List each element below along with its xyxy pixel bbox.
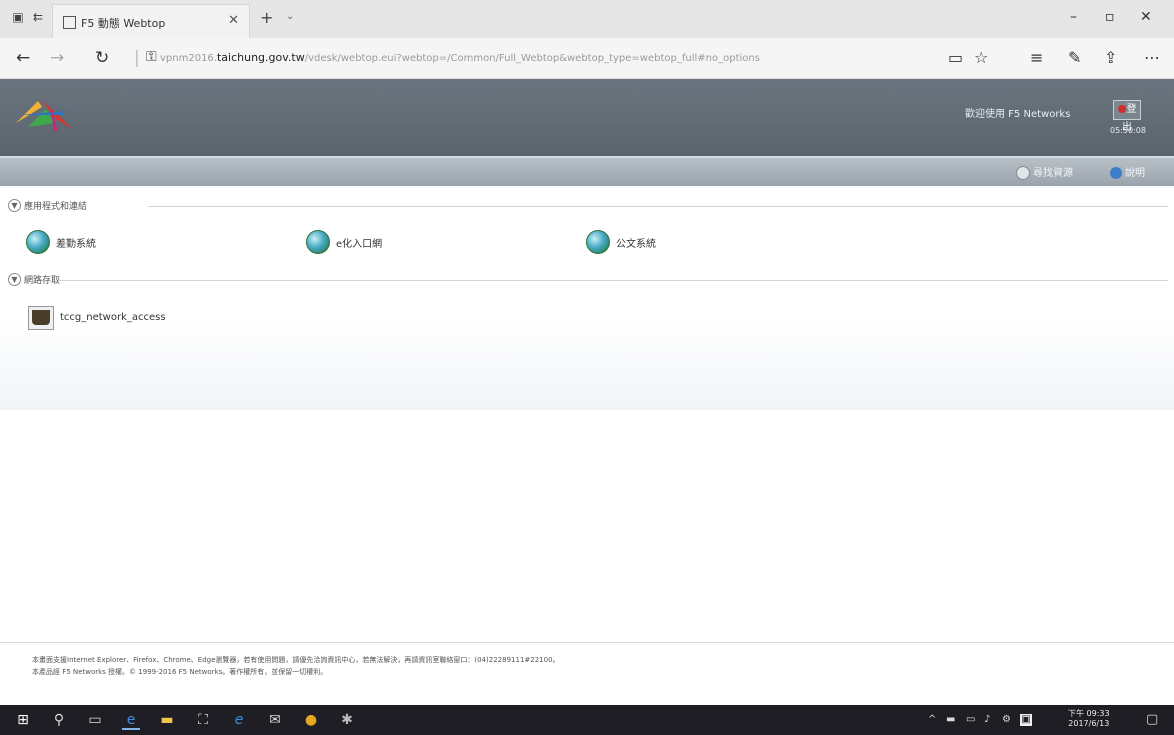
section-divider — [148, 206, 1168, 207]
address-bar: ← → ↻ | ⚿ vpnm2016.taichung.gov.tw/vdesk… — [0, 38, 1174, 79]
app-name: 差勤系統 — [56, 239, 96, 250]
battery-icon[interactable]: ▭ — [966, 714, 975, 725]
network-access-icon-fill — [32, 310, 50, 325]
ime-icon[interactable]: ▣ — [1020, 714, 1032, 726]
back-icon[interactable]: ← — [16, 48, 30, 68]
globe-icon — [586, 230, 610, 254]
webtop-content: ▼ 應用程式和連結 差勤系統 e化入口網 公文系統 ▼ 網路存取 tccg_ne… — [0, 186, 1174, 410]
task-view-icon[interactable]: ▭ — [86, 712, 104, 728]
logout-button[interactable]: 登出 — [1113, 100, 1141, 133]
help-label: 說明 — [1125, 168, 1145, 179]
minimize-icon[interactable]: – — [1070, 9, 1077, 25]
section-network-access[interactable]: ▼ 網路存取 — [8, 272, 1168, 288]
browser-tab-strip: ▣ ⇇ F5 動態 Webtop ✕ + ⌄ – ▫ ✕ — [0, 0, 1174, 39]
lock-icon[interactable]: ⚿ — [146, 49, 157, 65]
mail-icon[interactable]: ✉ — [266, 712, 284, 728]
url-prefix: vpnm2016. — [160, 53, 217, 64]
app-name: e化入口網 — [336, 239, 383, 250]
divider: | — [134, 48, 140, 68]
window-close-icon[interactable]: ✕ — [1140, 9, 1152, 25]
volume-icon[interactable]: ♪ — [984, 714, 990, 725]
edge-icon[interactable]: e — [122, 712, 140, 730]
help-link[interactable]: 說明 — [1110, 164, 1145, 179]
url-domain: taichung.gov.tw — [216, 51, 305, 64]
windows-taskbar: ⊞ ⚲ ▭ e ▬ ⛶ e ✉ ● ✱ ^ ▬ ▭ ♪ ⚙ ▣ 下午 09:33… — [0, 705, 1174, 735]
refresh-icon[interactable]: ↻ — [95, 48, 109, 68]
network-icon[interactable]: ▬ — [946, 714, 955, 725]
webtop-header: 歡迎使用 F5 Networks 登出 05:50:08 — [0, 79, 1174, 156]
footer-line-2: 本產品經 F5 Networks 授權。© 1999-2016 F5 Netwo… — [32, 668, 328, 676]
chrome-icon[interactable]: ● — [302, 712, 320, 728]
footer: 本畫面支援Internet Explorer、Firefox、Chrome、Ed… — [32, 654, 560, 678]
windows-start-icon[interactable]: ⊞ — [14, 712, 32, 728]
search-icon — [1016, 166, 1030, 180]
section-applications-label: 應用程式和連結 — [24, 202, 88, 212]
find-resource-label: 尋找資源 — [1033, 168, 1073, 179]
store-icon[interactable]: ⛶ — [194, 712, 212, 728]
maximize-icon[interactable]: ▫ — [1105, 9, 1115, 25]
hub-icon[interactable]: ≡ — [1030, 48, 1043, 67]
find-resource-link[interactable]: 尋找資源 — [1016, 164, 1073, 180]
favorite-star-icon[interactable]: ☆ — [974, 48, 988, 67]
app-icon[interactable]: ✱ — [338, 712, 356, 728]
globe-icon — [26, 230, 50, 254]
section-network-access-label: 網路存取 — [24, 276, 61, 286]
search-icon[interactable]: ⚲ — [50, 712, 68, 728]
welcome-text: 歡迎使用 F5 Networks — [965, 109, 1071, 120]
system-date: 2017/6/13 — [1068, 719, 1110, 728]
network-resource-name: tccg_network_access — [60, 312, 166, 323]
reading-view-icon[interactable]: ▭ — [948, 48, 963, 67]
power-icon — [1117, 105, 1126, 113]
notification-icon[interactable]: ▢ — [1146, 712, 1158, 727]
chevron-down-icon[interactable]: ▼ — [8, 273, 21, 286]
globe-icon — [306, 230, 330, 254]
tab-title: F5 動態 Webtop — [81, 17, 166, 30]
help-icon — [1110, 167, 1122, 179]
chevron-up-icon[interactable]: ^ — [928, 714, 936, 725]
section-applications[interactable]: ▼ 應用程式和連結 — [8, 198, 1168, 214]
explorer-icon[interactable]: ▬ — [158, 712, 176, 728]
session-clock: 05:50:08 — [1110, 126, 1146, 135]
footer-line-1: 本畫面支援Internet Explorer、Firefox、Chrome、Ed… — [32, 656, 560, 664]
url-field[interactable]: vpnm2016.taichung.gov.tw/vdesk/webtop.eu… — [160, 51, 880, 64]
notes-icon[interactable]: ✎ — [1068, 48, 1081, 67]
network-access-icon — [28, 306, 54, 330]
webtop-toolbar: 尋找資源 說明 — [0, 156, 1174, 186]
tab-favicon — [63, 16, 76, 29]
section-divider — [58, 280, 1168, 281]
ie-icon[interactable]: e — [230, 712, 248, 728]
tab-overview-icon[interactable]: ▣ — [10, 10, 26, 24]
taichung-logo — [16, 99, 72, 131]
footer-divider — [0, 642, 1174, 643]
app-name: 公文系統 — [616, 239, 656, 250]
url-suffix: /vdesk/webtop.eui?webtop=/Common/Full_We… — [304, 53, 760, 64]
new-tab-icon[interactable]: + — [260, 8, 273, 27]
back-tab-icon[interactable]: ⇇ — [30, 10, 46, 24]
close-icon[interactable]: ✕ — [228, 13, 239, 28]
settings-icon[interactable]: ⚙ — [1002, 714, 1011, 725]
browser-tab[interactable]: F5 動態 Webtop ✕ — [52, 4, 250, 39]
forward-icon[interactable]: → — [50, 48, 64, 68]
chevron-down-icon[interactable]: ▼ — [8, 199, 21, 212]
chevron-down-icon[interactable]: ⌄ — [286, 11, 294, 22]
share-icon[interactable]: ⇪ — [1104, 48, 1117, 67]
system-time: 下午 09:33 — [1068, 709, 1110, 718]
system-clock[interactable]: 下午 09:33 2017/6/13 — [1068, 709, 1110, 729]
more-icon[interactable]: ⋯ — [1144, 48, 1160, 67]
